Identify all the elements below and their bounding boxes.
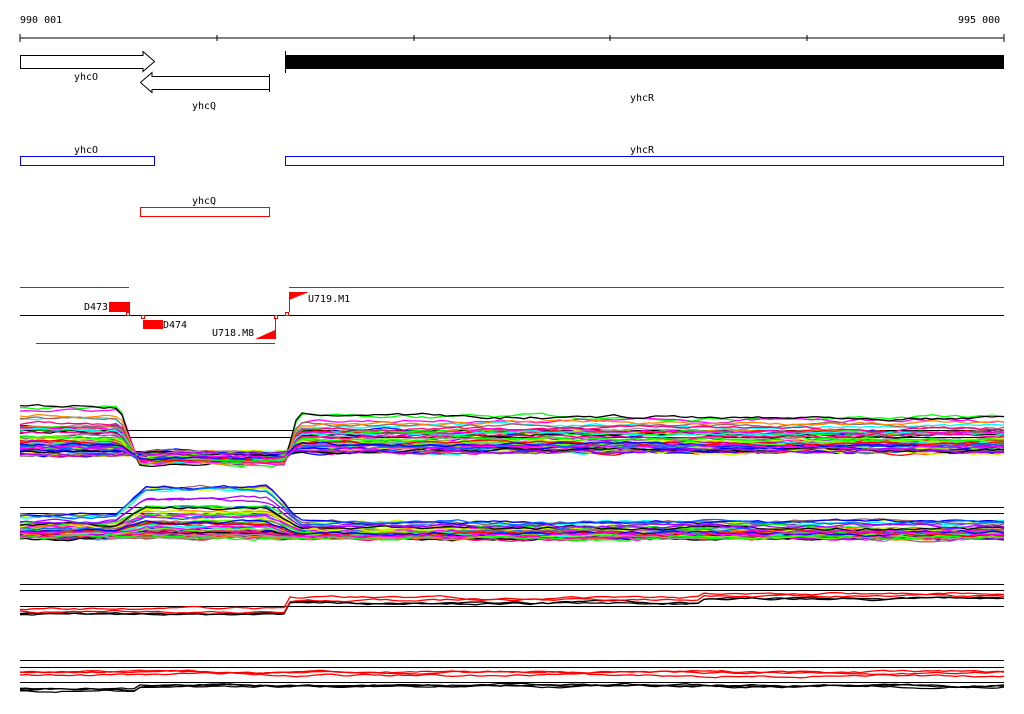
gene-yhcQ[interactable]: yhcQ: [139, 71, 270, 113]
feature-D473[interactable]: D473: [84, 302, 130, 316]
gene-label: yhcO: [74, 72, 98, 83]
feature-D474[interactable]: D474: [141, 315, 188, 332]
coordinate-ruler: 990 001 995 000: [19, 15, 1005, 42]
profile-line: [19, 593, 1005, 614]
gene-yhcO[interactable]: yhcO: [20, 50, 156, 84]
ruler-start-label: 990 001: [20, 15, 62, 26]
annotation-label: yhcR: [630, 145, 655, 156]
feature-track: [20, 287, 1004, 344]
expression-profiles: [19, 403, 1005, 694]
annotation-yhcO[interactable]: yhcO: [20, 145, 155, 166]
annotation-yhcQ[interactable]: yhcQ: [140, 196, 270, 217]
feature-label: D474: [163, 320, 187, 331]
gene-label: yhcR: [630, 93, 655, 104]
feature-label: D473: [84, 302, 108, 313]
genome-browser-canvas: 990 001 995 000 yhcO yhcQ yhcR yhcO yhcR…: [19, 15, 1005, 694]
feature-U718-M8[interactable]: U718.M8: [212, 315, 278, 340]
ruler-end-label: 995 000: [958, 15, 1000, 26]
feature-label: U718.M8: [212, 328, 254, 339]
gene-yhcR[interactable]: yhcR: [285, 51, 1004, 104]
feature-label: U719.M1: [308, 294, 350, 305]
annotation-label: yhcQ: [192, 196, 216, 207]
annotation-label: yhcO: [74, 145, 98, 156]
feature-U719-M1[interactable]: U719.M1: [285, 292, 351, 316]
gene-label: yhcQ: [192, 101, 216, 112]
annotation-yhcR[interactable]: yhcR: [285, 145, 1004, 166]
